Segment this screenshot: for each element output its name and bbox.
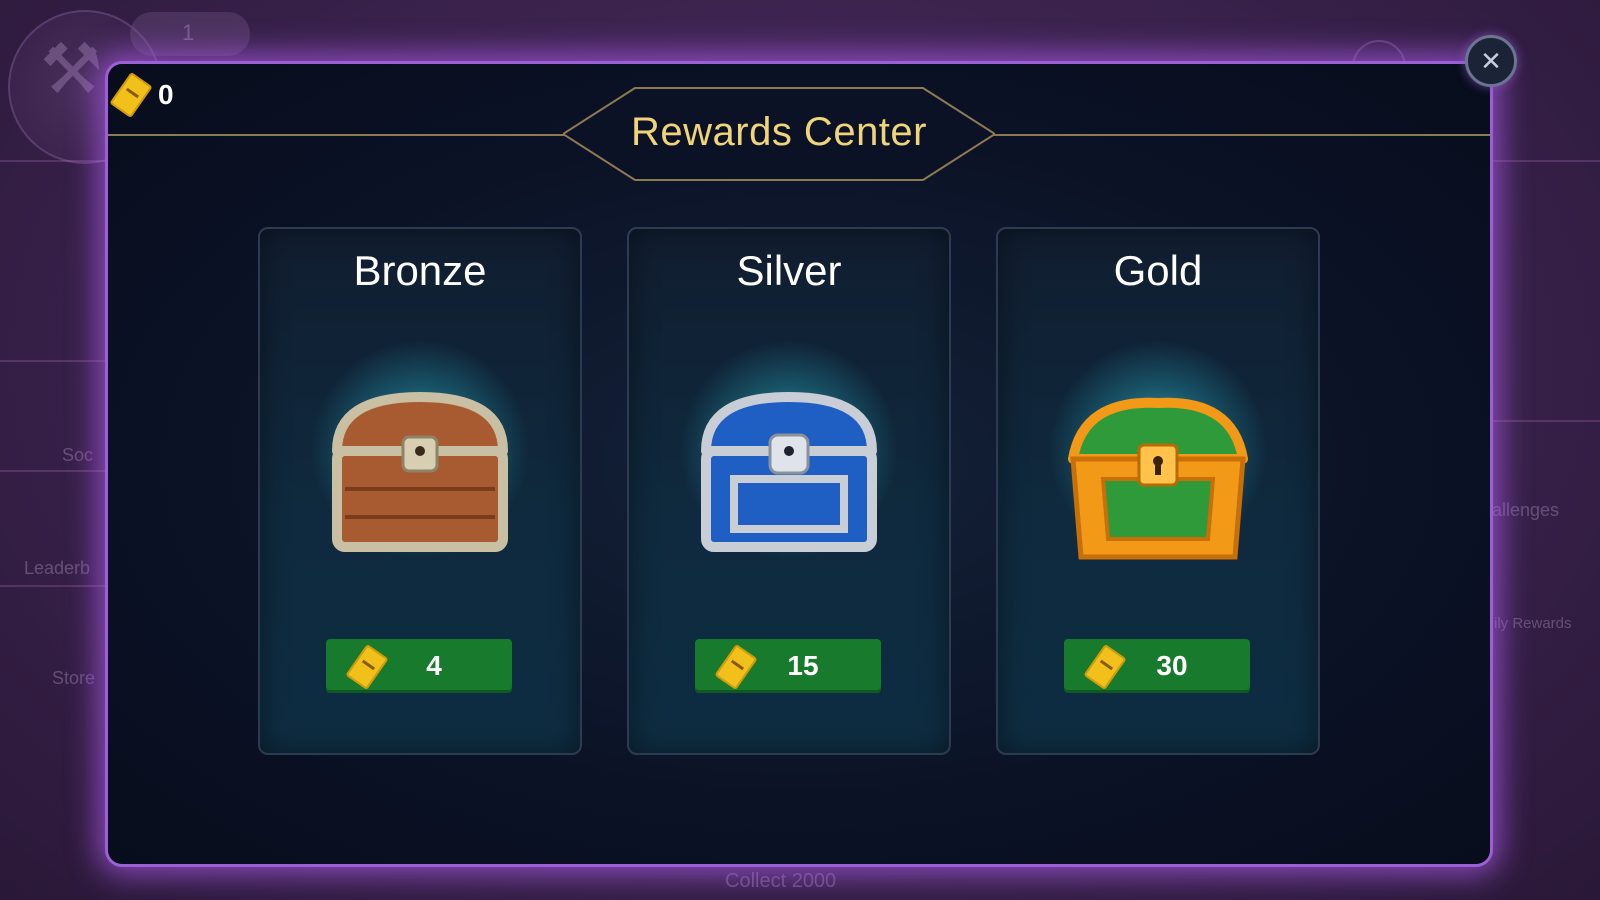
chest-card-bronze[interactable]: Bronze 4 [258, 227, 582, 755]
background-level-number: 1 [182, 20, 195, 45]
background-divider [1490, 160, 1600, 162]
title-plate: Rewards Center [563, 86, 995, 182]
background-divider [0, 360, 110, 362]
close-button[interactable]: ✕ [1465, 35, 1517, 87]
background-label-social: Soc [62, 445, 94, 465]
background-divider [0, 470, 110, 472]
silver-chest-icon [701, 392, 877, 552]
ticket-icon [714, 643, 758, 691]
gold-chest-icon [1068, 397, 1248, 560]
background-divider [0, 585, 110, 587]
background-label-challenges: allenges [1492, 500, 1560, 520]
background-label-daily-rewards: ily Rewards [1494, 615, 1572, 632]
axe-icon: ⚒ [40, 30, 103, 108]
silver-chest-image [659, 329, 919, 589]
background-bottom-text: Collect 2000 [725, 870, 837, 892]
chest-price: 30 [1156, 650, 1188, 681]
background-label-store: Store [52, 668, 96, 688]
background-divider [0, 160, 110, 162]
chest-price: 15 [787, 650, 819, 681]
chest-card-gold[interactable]: Gold 30 [996, 227, 1320, 755]
gold-chest-image [1028, 329, 1288, 589]
ticket-balance: 0 [109, 71, 174, 119]
ticket-icon [109, 71, 153, 119]
background-divider [1490, 420, 1600, 422]
bronze-chest-icon [332, 392, 508, 552]
chest-card-silver[interactable]: Silver 15 [627, 227, 951, 755]
chest-tier-title: Silver [736, 247, 842, 294]
modal-title: Rewards Center [630, 110, 927, 154]
buy-bronze-button[interactable]: 4 [326, 639, 512, 693]
buy-silver-button[interactable]: 15 [695, 639, 881, 693]
chest-price: 4 [426, 650, 442, 681]
bronze-chest-image [290, 329, 550, 589]
close-icon: ✕ [1480, 45, 1502, 76]
ticket-icon [1083, 643, 1127, 691]
buy-gold-button[interactable]: 30 [1064, 639, 1250, 693]
rewards-modal: 0 Rewards Center Bronze 4 Silver 15 Gold… [108, 64, 1490, 864]
chest-tier-title: Gold [1113, 247, 1203, 294]
chest-tier-title: Bronze [353, 247, 487, 294]
background-label-leaderboard: Leaderb [24, 558, 91, 578]
ticket-icon [345, 643, 389, 691]
ticket-balance-value: 0 [158, 79, 174, 110]
